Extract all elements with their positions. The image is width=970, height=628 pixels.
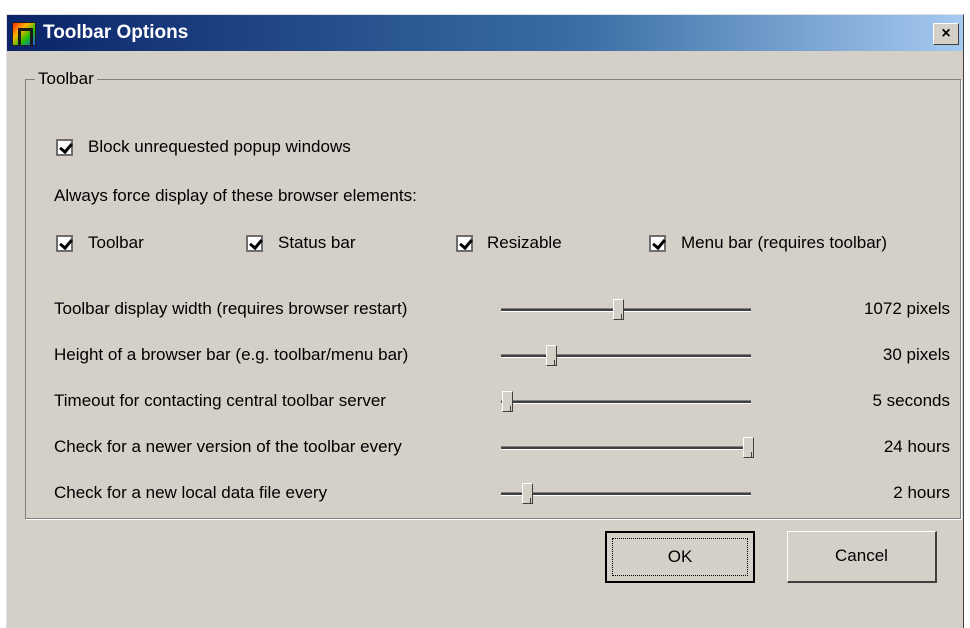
slider-thumb[interactable]: [546, 345, 557, 366]
slider-value-number: 24: [883, 437, 903, 456]
slider-label: Check for a new local data file every: [54, 483, 328, 502]
slider-track[interactable]: [501, 400, 751, 404]
slider-value-number: 5: [872, 391, 882, 410]
slider-value-number: 30: [882, 345, 902, 364]
resizable-checkbox-label[interactable]: Resizable: [487, 232, 562, 254]
slider-label: Toolbar display width (requires browser …: [54, 299, 408, 318]
ok-button-label: OK: [667, 547, 693, 566]
slider-value: 24 hours: [884, 436, 950, 458]
cancel-button-label: Cancel: [835, 546, 888, 565]
slider-value-number: 2: [893, 483, 903, 502]
toolbar-checkbox[interactable]: [56, 235, 73, 252]
slider-value-unit: pixels: [906, 345, 950, 364]
title-bar[interactable]: Toolbar Options ×: [7, 15, 963, 51]
toolbar-checkbox-label[interactable]: Toolbar: [88, 232, 144, 254]
status-bar-checkbox-label[interactable]: Status bar: [278, 232, 356, 254]
slider-label: Timeout for contacting central toolbar s…: [54, 391, 386, 410]
slider-value: 1072 pixels: [864, 298, 950, 320]
groupbox-label: Toolbar: [35, 68, 97, 90]
slider-value-number: 1072: [863, 299, 902, 318]
toolbar-options-dialog: Toolbar Options × Toolbar Block unreques…: [6, 14, 964, 628]
slider-track[interactable]: [501, 308, 751, 312]
slider-value-unit: hours: [907, 483, 950, 502]
slider-track[interactable]: [501, 354, 751, 358]
cancel-button[interactable]: Cancel: [787, 531, 937, 583]
slider-label: Height of a browser bar (e.g. toolbar/me…: [54, 345, 409, 364]
slider-track[interactable]: [501, 492, 751, 496]
force-display-heading: Always force display of these browser el…: [54, 186, 417, 205]
slider-value-unit: hours: [907, 437, 950, 456]
block-popups-label[interactable]: Block unrequested popup windows: [88, 136, 351, 158]
close-icon[interactable]: ×: [933, 23, 959, 45]
slider-value-unit: seconds: [886, 391, 950, 410]
slider-thumb[interactable]: [522, 483, 533, 504]
slider-value: 30 pixels: [883, 344, 950, 366]
toolbar-groupbox: Toolbar Block unrequested popup windows …: [25, 68, 961, 519]
slider-thumb[interactable]: [502, 391, 513, 412]
window-title: Toolbar Options: [43, 22, 189, 43]
app-icon: [12, 22, 36, 46]
slider-value-unit: pixels: [906, 299, 950, 318]
slider-value: 5 seconds: [872, 390, 950, 412]
slider-value: 2 hours: [893, 482, 950, 504]
slider-track[interactable]: [501, 446, 751, 450]
status-bar-checkbox[interactable]: [246, 235, 263, 252]
slider-thumb[interactable]: [613, 299, 624, 320]
menu-bar-checkbox[interactable]: [649, 235, 666, 252]
resizable-checkbox[interactable]: [456, 235, 473, 252]
menu-bar-checkbox-label[interactable]: Menu bar (requires toolbar): [681, 232, 887, 254]
slider-label: Check for a newer version of the toolbar…: [54, 437, 402, 456]
block-popups-checkbox[interactable]: [56, 139, 73, 156]
slider-thumb[interactable]: [743, 437, 754, 458]
ok-button[interactable]: OK: [605, 531, 755, 583]
